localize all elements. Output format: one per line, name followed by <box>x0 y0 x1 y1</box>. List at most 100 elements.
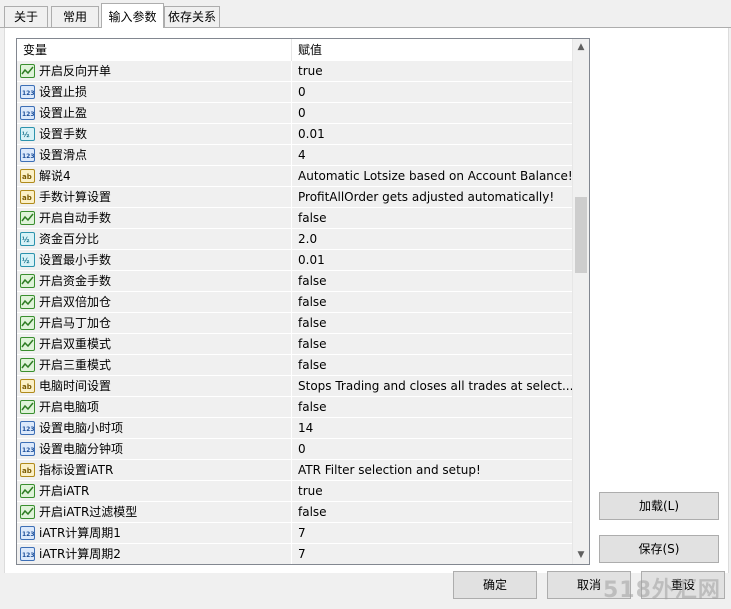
table-row[interactable]: 开启双倍加仓 false <box>17 292 572 313</box>
value-cell[interactable]: false <box>291 502 572 523</box>
value-cell[interactable]: Stops Trading and closes all trades at s… <box>291 376 572 397</box>
table-row[interactable]: 开启马丁加仓 false <box>17 313 572 334</box>
variable-name: 设置最小手数 <box>39 253 112 267</box>
int-icon: 123 <box>20 148 35 162</box>
scroll-up-button[interactable]: ▲ <box>573 39 589 56</box>
value-cell[interactable]: false <box>291 397 572 418</box>
int-icon: 123 <box>20 106 35 120</box>
bool-icon <box>20 211 35 225</box>
vertical-scrollbar[interactable]: ▲ ▼ <box>572 39 589 564</box>
tab-dependencies[interactable]: 依存关系 <box>164 6 220 27</box>
tab-bar: 关于 常用 输入参数 依存关系 <box>0 0 731 28</box>
table-row[interactable]: 123 设置电脑分钟项 0 <box>17 439 572 460</box>
table-row[interactable]: 开启资金手数 false <box>17 271 572 292</box>
table-row[interactable]: 开启三重模式 false <box>17 355 572 376</box>
table-row[interactable]: 开启iATR true <box>17 481 572 502</box>
value-cell[interactable]: false <box>291 313 572 334</box>
table-row[interactable]: ½. 资金百分比 2.0 <box>17 229 572 250</box>
variable-name: 开启三重模式 <box>39 358 112 372</box>
table-row[interactable]: 开启自动手数 false <box>17 208 572 229</box>
value-cell[interactable]: 0.01 <box>291 250 572 271</box>
bool-icon <box>20 358 35 372</box>
value-cell[interactable]: 14 <box>291 418 572 439</box>
svg-text:ab: ab <box>22 467 32 475</box>
table-row[interactable]: ab 指标设置iATR ATR Filter selection and setup… <box>17 460 572 481</box>
bool-icon <box>20 484 35 498</box>
table-row[interactable]: 开启反向开单 true <box>17 61 572 82</box>
value-cell[interactable]: 7 <box>291 523 572 544</box>
svg-text:123: 123 <box>22 552 34 559</box>
svg-text:123: 123 <box>22 153 34 160</box>
variable-cell: 开启反向开单 <box>17 61 291 82</box>
table-row[interactable]: 开启iATR过滤模型 false <box>17 502 572 523</box>
value-cell[interactable]: 0 <box>291 103 572 124</box>
bool-icon <box>20 295 35 309</box>
table-row[interactable]: 开启电脑项 false <box>17 397 572 418</box>
value-cell[interactable]: false <box>291 271 572 292</box>
variable-name: 设置止损 <box>39 85 88 99</box>
variable-name: 开启双重模式 <box>39 337 112 351</box>
header-variable[interactable]: 变量 <box>17 39 291 61</box>
variable-name: 设置滑点 <box>39 148 88 162</box>
table-row[interactable]: ½. 设置手数 0.01 <box>17 124 572 145</box>
variable-name: 开启马丁加仓 <box>39 316 112 330</box>
watermark: 518外汇网 <box>603 578 721 603</box>
value-cell[interactable]: 0.01 <box>291 124 572 145</box>
variable-cell: ab 电脑时间设置 <box>17 376 291 397</box>
variable-cell: 开启iATR过滤模型 <box>17 502 291 523</box>
variable-cell: 123 设置电脑小时项 <box>17 418 291 439</box>
value-cell[interactable]: true <box>291 481 572 502</box>
string-icon: ab <box>20 190 35 204</box>
variable-cell: 开启自动手数 <box>17 208 291 229</box>
table-row[interactable]: 123 设置止盈 0 <box>17 103 572 124</box>
variable-cell: 开启双重模式 <box>17 334 291 355</box>
scroll-thumb[interactable] <box>575 197 587 273</box>
variable-cell: 123 设置止盈 <box>17 103 291 124</box>
value-cell[interactable]: ProfitAllOrder gets adjusted automatical… <box>291 187 572 208</box>
value-cell[interactable]: false <box>291 208 572 229</box>
table-row[interactable]: ab 电脑时间设置 Stops Trading and closes all tra… <box>17 376 572 397</box>
value-cell[interactable]: 7 <box>291 544 572 564</box>
value-cell[interactable]: ATR Filter selection and setup! <box>291 460 572 481</box>
variable-cell: 开启iATR <box>17 481 291 502</box>
table-row[interactable]: ½. 设置最小手数 0.01 <box>17 250 572 271</box>
value-cell[interactable]: 0 <box>291 82 572 103</box>
table-row[interactable]: 123 设置止损 0 <box>17 82 572 103</box>
value-cell[interactable]: 0 <box>291 439 572 460</box>
int-icon: 123 <box>20 85 35 99</box>
value-cell[interactable]: Automatic Lotsize based on Account Balan… <box>291 166 572 187</box>
value-cell[interactable]: false <box>291 292 572 313</box>
table-row[interactable]: 123 iATR计算周期1 7 <box>17 523 572 544</box>
value-cell[interactable]: false <box>291 334 572 355</box>
ok-button[interactable]: 确定 <box>453 571 537 599</box>
variable-cell: 123 设置滑点 <box>17 145 291 166</box>
variable-name: 指标设置iATR <box>39 463 114 477</box>
tab-inputs[interactable]: 输入参数 <box>101 3 164 28</box>
load-button[interactable]: 加载(L) <box>599 492 719 520</box>
variable-name: 设置电脑小时项 <box>39 421 124 435</box>
header-value[interactable]: 赋值 <box>291 39 572 61</box>
scroll-down-button[interactable]: ▼ <box>573 547 589 564</box>
bool-icon <box>20 316 35 330</box>
value-cell[interactable]: 2.0 <box>291 229 572 250</box>
svg-text:ab: ab <box>22 383 32 391</box>
value-cell[interactable]: 4 <box>291 145 572 166</box>
double-icon: ½. <box>20 127 35 141</box>
value-cell[interactable]: false <box>291 355 572 376</box>
variable-name: 开启自动手数 <box>39 211 112 225</box>
tab-common[interactable]: 常用 <box>51 6 99 27</box>
int-icon: 123 <box>20 442 35 456</box>
value-cell[interactable]: true <box>291 61 572 82</box>
variable-name: 设置止盈 <box>39 106 88 120</box>
table-row[interactable]: 123 设置电脑小时项 14 <box>17 418 572 439</box>
int-icon: 123 <box>20 421 35 435</box>
tab-about[interactable]: 关于 <box>4 6 48 27</box>
save-button[interactable]: 保存(S) <box>599 535 719 563</box>
bool-icon <box>20 337 35 351</box>
table-row[interactable]: 123 设置滑点 4 <box>17 145 572 166</box>
table-row[interactable]: ab 手数计算设置 ProfitAllOrder gets adjusted aut… <box>17 187 572 208</box>
inputs-grid: 变量 赋值 开启反向开单 true 123 设置止损 0 123 设置止盈 0 ½. 设置手数 0.… <box>16 38 590 565</box>
table-row[interactable]: 123 iATR计算周期2 7 <box>17 544 572 564</box>
table-row[interactable]: 开启双重模式 false <box>17 334 572 355</box>
table-row[interactable]: ab 解说4 Automatic Lotsize based on Account … <box>17 166 572 187</box>
